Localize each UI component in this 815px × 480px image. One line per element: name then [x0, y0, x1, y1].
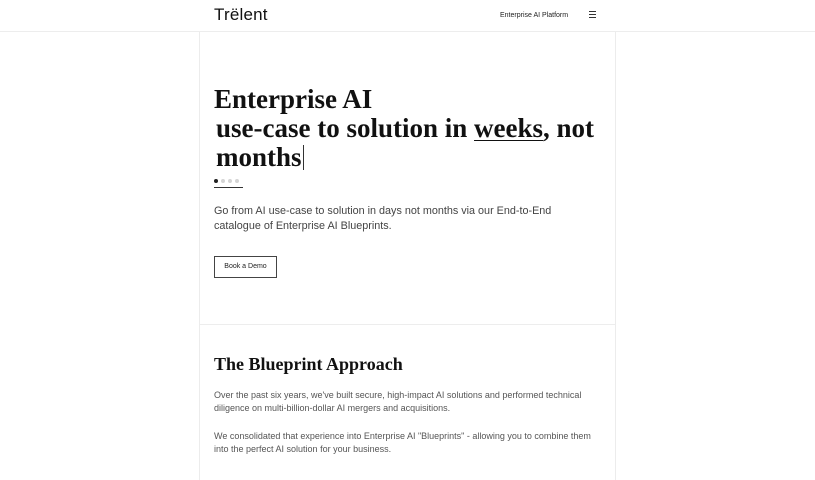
- hero-title-line-2: use-case to solution in weeks, not: [214, 114, 609, 143]
- hero-title-line-3-text: months: [216, 142, 302, 172]
- hero-subtitle: Go from AI use-case to solution in days …: [214, 205, 552, 232]
- hero-title: Enterprise AI use-case to solution in we…: [214, 85, 609, 172]
- top-navigation-bar: Trëlent Enterprise AI Platform: [0, 0, 815, 32]
- trelent-logo[interactable]: Trëlent: [214, 5, 268, 25]
- typing-cursor: [302, 145, 304, 170]
- carousel-dot[interactable]: [221, 179, 225, 183]
- hero-title-emphasis: weeks: [474, 113, 544, 143]
- hero-title-line-3: months: [214, 143, 609, 172]
- carousel-dot[interactable]: [235, 179, 239, 183]
- hero-title-line-1: Enterprise AI: [214, 84, 373, 114]
- hero-title-line-2-end: , not: [543, 113, 595, 143]
- blueprint-paragraph-1: Over the past six years, we've built sec…: [214, 390, 582, 413]
- hero-title-line-2-start: use-case to solution in: [216, 113, 475, 143]
- blueprint-section-title: The Blueprint Approach: [214, 354, 403, 374]
- hamburger-menu-icon[interactable]: [589, 11, 596, 18]
- book-demo-button[interactable]: Book a Demo: [214, 256, 277, 278]
- carousel-dot[interactable]: [214, 179, 218, 183]
- nav-link-enterprise-ai-platform[interactable]: Enterprise AI Platform: [500, 12, 568, 19]
- carousel-indicator: [214, 179, 244, 189]
- blueprint-paragraph-2: We consolidated that experience into Ent…: [214, 431, 591, 454]
- section-divider: [200, 324, 615, 325]
- carousel-progress-bar: [214, 187, 243, 188]
- carousel-dot[interactable]: [228, 179, 232, 183]
